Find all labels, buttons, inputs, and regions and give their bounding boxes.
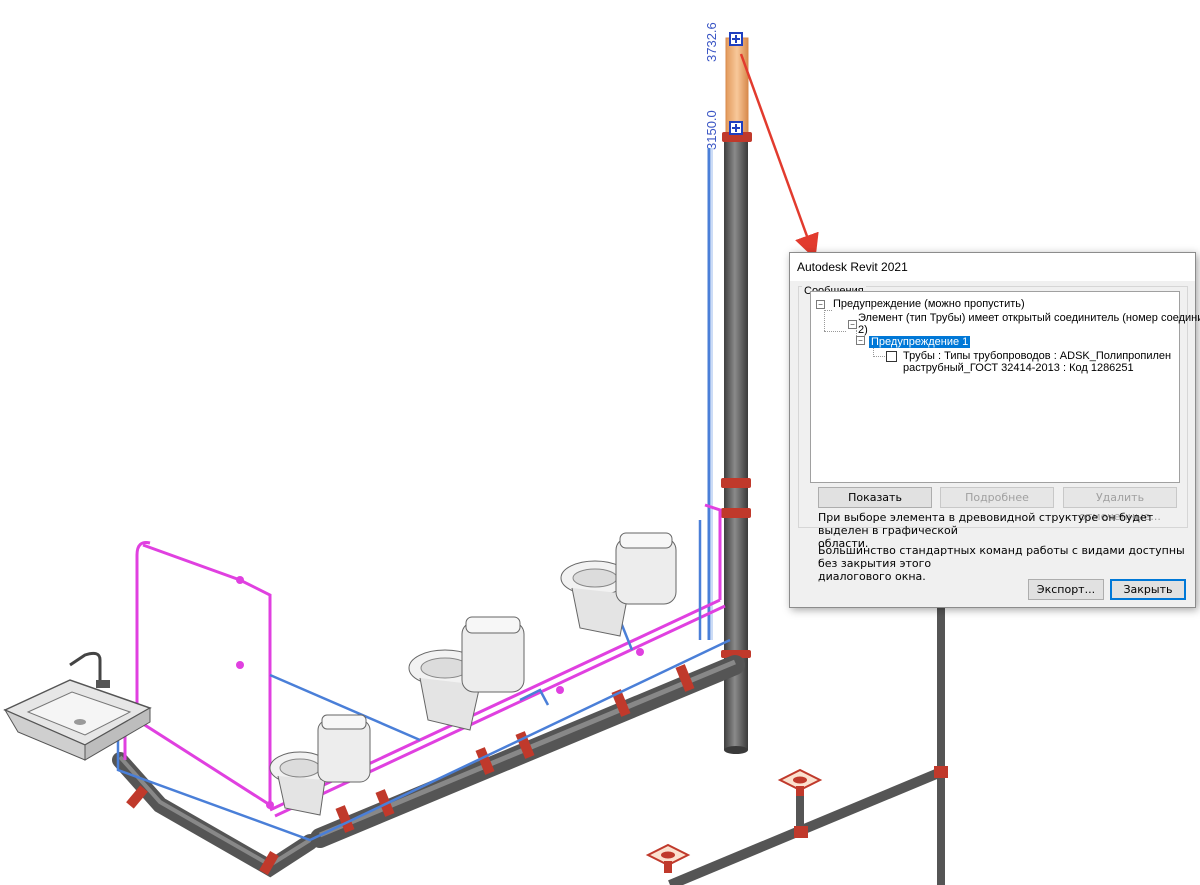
info-text-2-line1: Большинство стандартных команд работы с … [818, 544, 1185, 570]
tree-node-warning[interactable]: Предупреждение 1 [869, 336, 971, 348]
toilet-2[interactable] [408, 616, 525, 731]
dialog-title: Autodesk Revit 2021 [790, 253, 1195, 281]
callout-arrow [739, 53, 819, 260]
show-button[interactable]: Показать [818, 487, 932, 508]
tree-node-pipe[interactable]: Трубы : Типы трубопроводов : ADSK_Полипр… [903, 350, 1171, 374]
tree-node-element[interactable]: Элемент (тип Трубы) имеет открытый соеди… [858, 312, 1200, 336]
tree-node-element-line2: 2) [858, 324, 868, 336]
toilet-1[interactable] [269, 714, 371, 816]
delete-checked-button[interactable]: Удалить отмеченные... [1063, 487, 1177, 523]
details-button[interactable]: Подробнее [940, 487, 1054, 508]
expand-toggle-warning[interactable]: − [856, 336, 865, 345]
tree-node-pipe-line1: Трубы : Типы трубопроводов : ADSK_Полипр… [903, 350, 1172, 362]
expand-toggle-child[interactable]: − [848, 320, 857, 329]
toilet-3[interactable] [560, 532, 677, 637]
info-text-2: Большинство стандартных команд работы с … [818, 544, 1190, 583]
tree-node-root-label: Предупреждение (можно пропустить) [833, 298, 1025, 310]
floor-drain-2[interactable] [645, 843, 691, 873]
svg-text:3150.0: 3150.0 [704, 110, 719, 150]
dimension-label-top: 3732.6 [704, 22, 719, 62]
close-button[interactable]: Закрыть [1110, 579, 1186, 600]
element-checkbox[interactable] [886, 351, 897, 362]
tree-node-warning-label: Предупреждение 1 [869, 336, 971, 348]
cold-water-riser[interactable] [707, 148, 713, 640]
tree-node-element-line1: Элемент (тип Трубы) имеет открытый соеди… [858, 312, 1200, 324]
messages-tree[interactable]: − Предупреждение (можно пропустить) − Эл… [810, 291, 1200, 483]
selected-pipe-segment[interactable] [722, 32, 752, 142]
tree-node-pipe-line2: раструбный_ГОСТ 32414-2013 : Код 1286251 [903, 362, 1134, 374]
floor-drain-1[interactable] [777, 768, 823, 796]
expand-toggle-root[interactable]: − [816, 300, 825, 309]
info-text-1-line1: При выборе элемента в древовидной структ… [818, 511, 1154, 537]
tree-node-root[interactable]: Предупреждение (можно пропустить) [833, 298, 1025, 310]
dimension-label-mid: 3150.0 [704, 110, 719, 150]
sink[interactable] [3, 651, 152, 761]
secondary-drain[interactable] [668, 600, 948, 885]
svg-text:3732.6: 3732.6 [704, 22, 719, 62]
export-button[interactable]: Экспорт... [1028, 579, 1104, 600]
